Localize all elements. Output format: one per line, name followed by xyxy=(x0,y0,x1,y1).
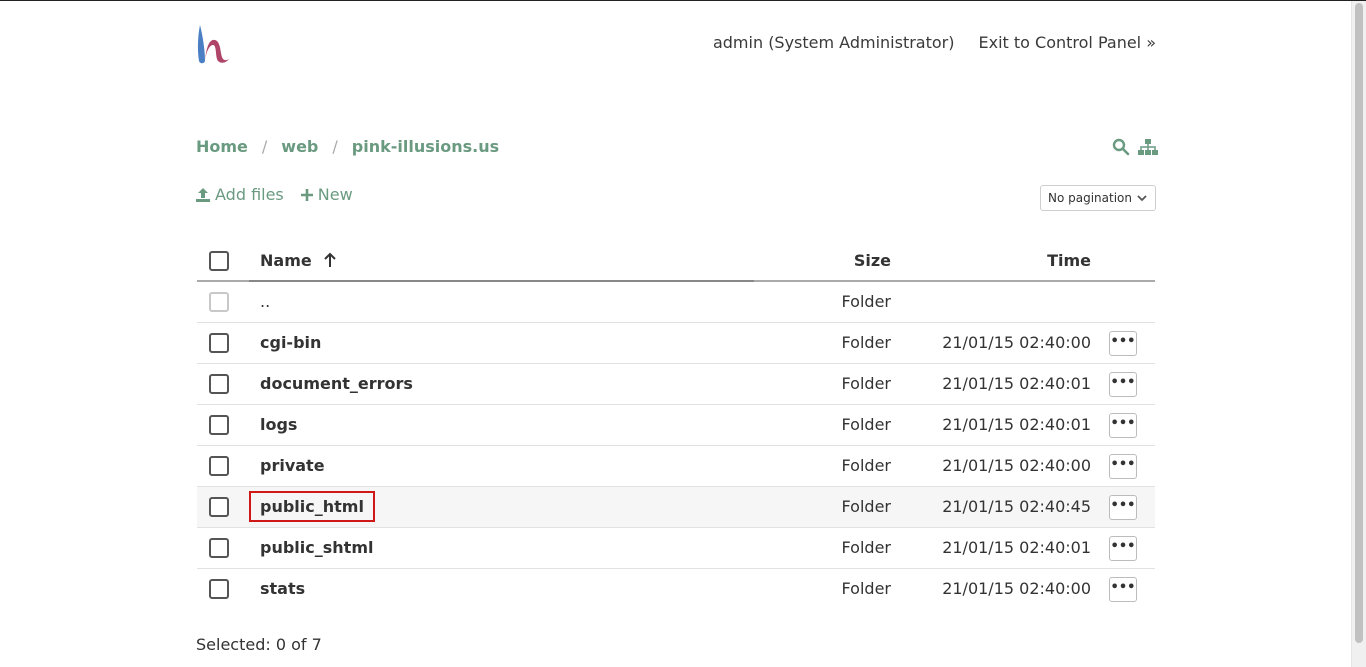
file-name[interactable]: document_errors xyxy=(260,374,413,393)
sitemap-icon[interactable] xyxy=(1138,138,1158,156)
row-menu-button[interactable]: ••• xyxy=(1109,412,1137,438)
table-row[interactable]: logs Folder 21/01/15 02:40:01 ••• xyxy=(197,403,1155,445)
pagination-value: No pagination xyxy=(1048,191,1132,205)
row-menu-button[interactable]: ••• xyxy=(1109,371,1137,397)
file-time: 21/01/15 02:40:01 xyxy=(891,362,1091,404)
file-time: 21/01/15 02:40:45 xyxy=(891,485,1091,527)
breadcrumb-separator: / xyxy=(261,137,268,156)
parent-folder-row[interactable]: .. Folder xyxy=(197,280,1155,322)
breadcrumb-current[interactable]: pink-illusions.us xyxy=(352,137,499,156)
file-size: Folder xyxy=(754,280,891,322)
row-checkbox[interactable] xyxy=(209,373,229,394)
add-files-button[interactable]: Add files xyxy=(195,185,284,204)
add-files-label: Add files xyxy=(215,185,284,204)
file-size: Folder xyxy=(754,567,891,609)
file-name[interactable]: .. xyxy=(260,292,270,311)
app-logo[interactable] xyxy=(196,23,230,65)
selection-status: Selected: 0 of 7 xyxy=(196,635,322,654)
size-column-header[interactable]: Size xyxy=(754,241,891,281)
sort-ascending-icon xyxy=(324,252,337,267)
row-checkbox[interactable] xyxy=(209,579,229,599)
table-row[interactable]: document_errors Folder 21/01/15 02:40:01… xyxy=(197,362,1155,404)
vertical-scrollbar[interactable] xyxy=(1351,1,1366,667)
row-menu-button[interactable]: ••• xyxy=(1109,330,1137,356)
breadcrumb-separator: / xyxy=(332,137,338,156)
file-name[interactable]: logs xyxy=(260,415,297,434)
row-menu-button[interactable]: ••• xyxy=(1109,494,1137,520)
exit-control-panel-link[interactable]: Exit to Control Panel » xyxy=(979,33,1157,52)
file-size: Folder xyxy=(754,321,891,363)
file-size: Folder xyxy=(754,403,891,445)
table-row[interactable]: public_shtml Folder 21/01/15 02:40:01 ••… xyxy=(197,526,1155,568)
actions-column-header xyxy=(1091,241,1155,281)
table-header-row: Name Size Time xyxy=(197,241,1155,282)
file-time: 21/01/15 02:40:00 xyxy=(891,567,1091,609)
select-all-cell xyxy=(197,241,249,281)
file-size: Folder xyxy=(754,526,891,568)
pagination-select[interactable]: No pagination xyxy=(1040,185,1156,211)
view-tools xyxy=(1112,138,1158,156)
row-checkbox[interactable] xyxy=(209,537,229,558)
row-checkbox[interactable] xyxy=(209,414,229,435)
file-name[interactable]: stats xyxy=(260,579,305,598)
upload-icon xyxy=(196,187,210,202)
row-checkbox[interactable] xyxy=(209,496,229,517)
row-menu-button[interactable]: ••• xyxy=(1109,535,1137,561)
new-label: New xyxy=(317,185,353,204)
file-size: Folder xyxy=(754,485,891,527)
name-header-label: Name xyxy=(260,251,312,270)
select-all-checkbox[interactable] xyxy=(209,250,229,271)
plus-icon xyxy=(300,188,313,201)
file-size: Folder xyxy=(754,444,891,486)
user-menu-link[interactable]: admin (System Administrator) xyxy=(713,33,955,52)
table-row[interactable]: private Folder 21/01/15 02:40:00 ••• xyxy=(197,444,1155,486)
file-name[interactable]: cgi-bin xyxy=(260,333,321,352)
file-size: Folder xyxy=(754,362,891,404)
file-name[interactable]: public_html xyxy=(249,491,375,522)
breadcrumb: Home / web / pink-illusions.us xyxy=(196,137,499,156)
file-time: 21/01/15 02:40:00 xyxy=(891,321,1091,363)
file-name[interactable]: public_shtml xyxy=(260,538,373,557)
time-column-header[interactable]: Time xyxy=(891,241,1091,281)
table-row[interactable]: cgi-bin Folder 21/01/15 02:40:00 ••• xyxy=(197,321,1155,363)
row-menu-button[interactable]: ••• xyxy=(1109,453,1137,479)
chevron-down-icon xyxy=(1137,195,1147,202)
file-time: 21/01/15 02:40:01 xyxy=(891,403,1091,445)
top-nav: admin (System Administrator) Exit to Con… xyxy=(713,33,1156,52)
row-checkbox[interactable] xyxy=(209,455,229,476)
table-row[interactable]: stats Folder 21/01/15 02:40:00 ••• xyxy=(197,567,1155,609)
row-checkbox xyxy=(209,292,229,312)
new-button[interactable]: New xyxy=(300,185,353,204)
table-row[interactable]: public_html Folder 21/01/15 02:40:45 ••• xyxy=(197,485,1155,527)
row-checkbox[interactable] xyxy=(209,332,229,353)
scrollbar-thumb[interactable] xyxy=(1355,3,1363,643)
search-icon[interactable] xyxy=(1112,138,1130,156)
file-name[interactable]: private xyxy=(260,456,325,475)
file-actions: Add files New xyxy=(195,185,353,204)
file-table: Name Size Time .. Folder cgi-bin Folder … xyxy=(197,241,1155,609)
breadcrumb-home[interactable]: Home xyxy=(196,137,248,156)
file-time: 21/01/15 02:40:00 xyxy=(891,444,1091,486)
row-menu-button[interactable]: ••• xyxy=(1109,576,1137,602)
name-column-header[interactable]: Name xyxy=(249,241,754,282)
file-time: 21/01/15 02:40:01 xyxy=(891,526,1091,568)
breadcrumb-web[interactable]: web xyxy=(281,137,318,156)
